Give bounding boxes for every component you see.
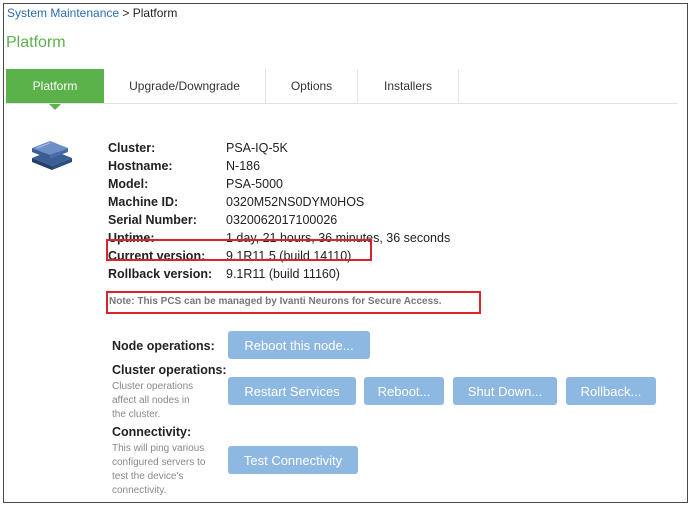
- info-row-rollback-version: Rollback version: 9.1R11 (build 11160): [108, 267, 340, 281]
- breadcrumb-system-maintenance[interactable]: System Maintenance: [7, 6, 119, 20]
- restart-services-button[interactable]: Restart Services: [228, 377, 356, 405]
- current-version-highlight: [106, 239, 372, 261]
- reboot-node-button[interactable]: Reboot this node...: [228, 331, 370, 359]
- tab-upgrade-downgrade[interactable]: Upgrade/Downgrade: [104, 69, 266, 103]
- test-connectivity-button[interactable]: Test Connectivity: [228, 446, 358, 474]
- rollback-button[interactable]: Rollback...: [566, 377, 656, 405]
- info-row: Cluster: PSA-IQ-5K: [108, 141, 288, 155]
- tab-options[interactable]: Options: [266, 69, 358, 103]
- connectivity-description: This will ping various configured server…: [112, 443, 206, 496]
- platform-info: Cluster: PSA-IQ-5K Hostname: N-186 Model: P…: [108, 139, 450, 283]
- page-title: Platform: [6, 34, 66, 51]
- server-cluster-icon: [32, 141, 72, 170]
- breadcrumb-current: Platform: [132, 6, 178, 20]
- tab-bar: Platform Upgrade/Downgrade Options Insta…: [6, 69, 459, 110]
- info-row: Hostname: N-186: [108, 159, 261, 173]
- tab-installers[interactable]: Installers: [358, 69, 459, 103]
- connectivity-label: Connectivity:: [112, 425, 192, 439]
- breadcrumb-separator: >: [119, 6, 133, 20]
- note-highlight: [106, 291, 481, 314]
- tab-divider: [6, 103, 678, 104]
- tab-platform[interactable]: Platform: [6, 69, 104, 110]
- breadcrumb: System Maintenance > Platform: [7, 6, 177, 20]
- info-row: Machine ID: 0320M52NS0DYM0HOS: [108, 195, 365, 209]
- node-operations-label: Node operations:: [112, 339, 215, 353]
- info-row: Model: PSA-5000: [108, 177, 283, 191]
- shut-down-button[interactable]: Shut Down...: [453, 377, 557, 405]
- info-row: Serial Number: 0320062017100026: [108, 213, 338, 227]
- cluster-operations-description: Cluster operations affect all nodes in t…: [112, 381, 194, 420]
- cluster-operations-label: Cluster operations:: [112, 363, 227, 377]
- reboot-cluster-button[interactable]: Reboot...: [364, 377, 444, 405]
